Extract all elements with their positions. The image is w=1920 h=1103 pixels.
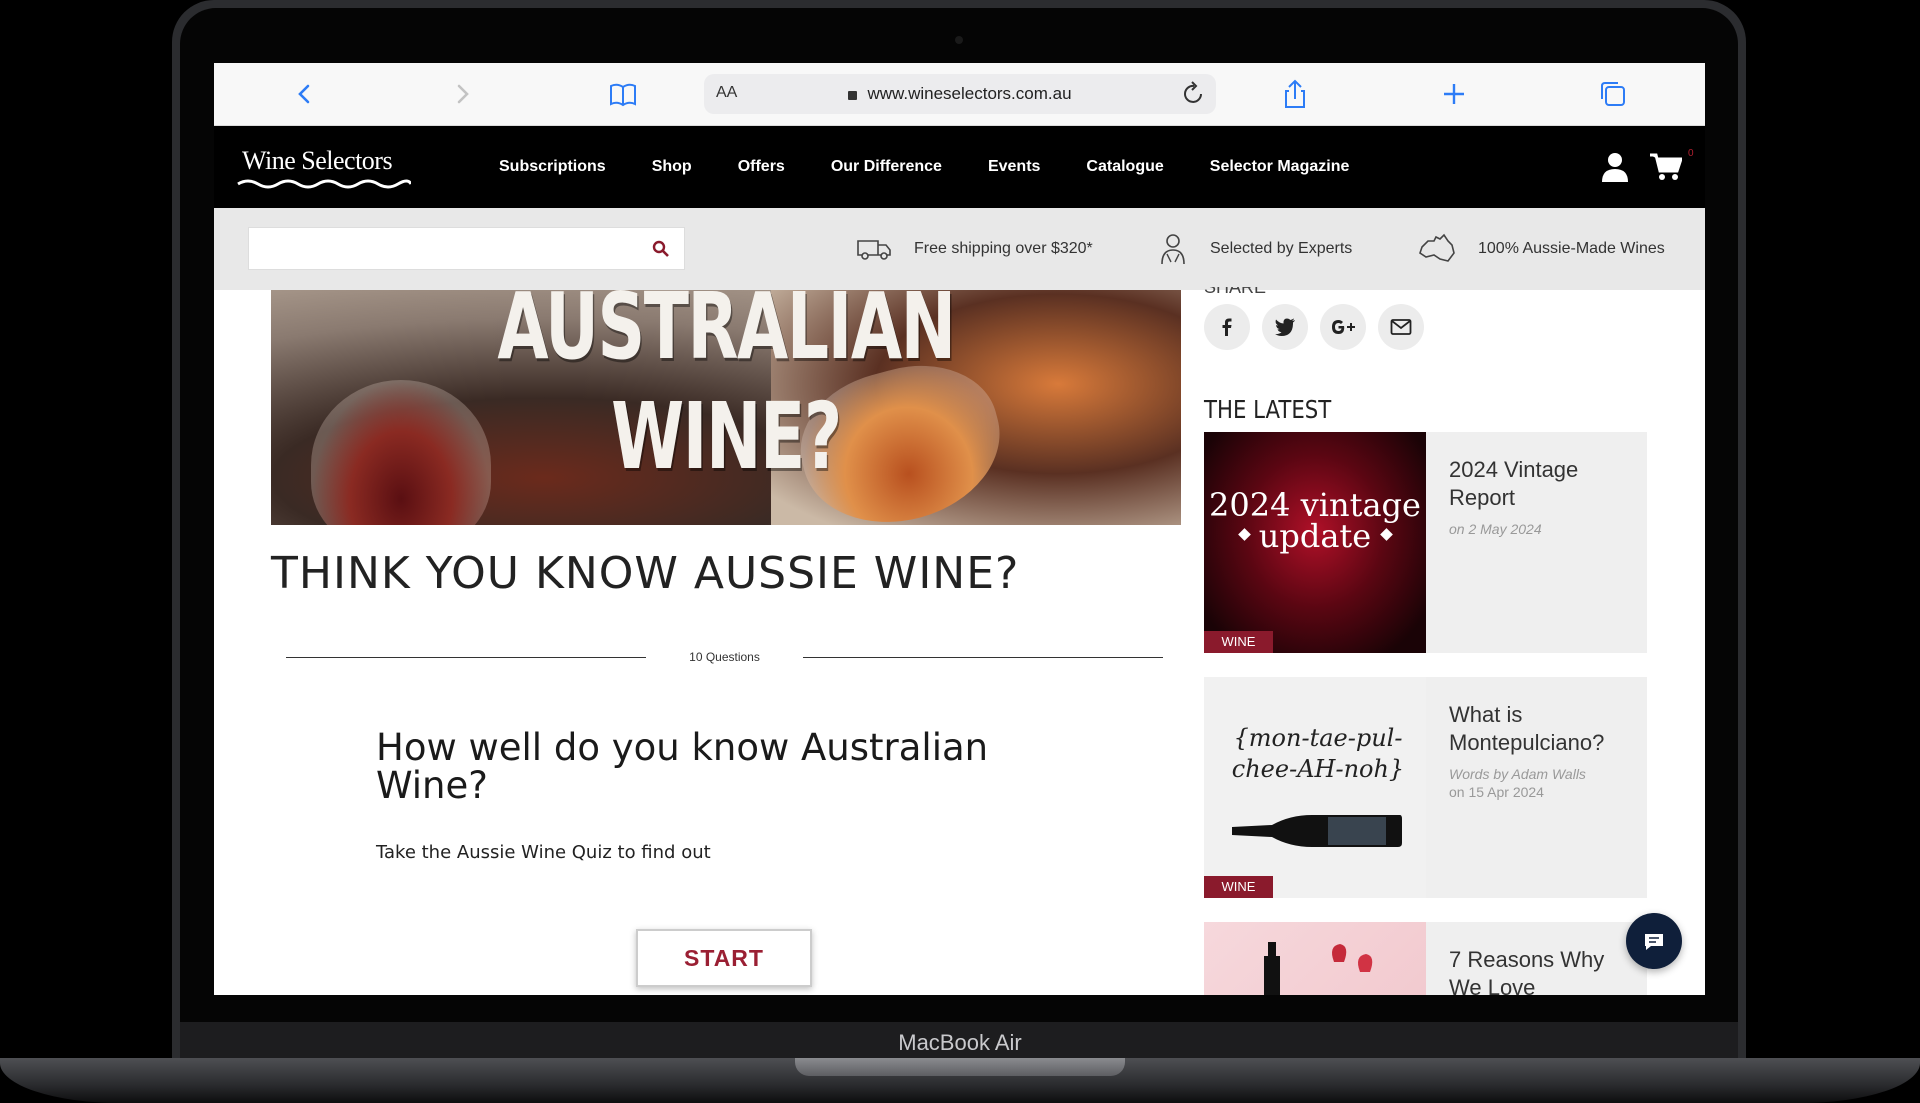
question-count: 10 Questions [689,650,760,664]
truck-icon [857,240,891,260]
article-card[interactable]: 7 Reasons Why We Love [1204,922,1647,995]
quiz-subtitle: Take the Aussie Wine Quiz to find out [376,842,711,863]
nav-offers[interactable]: Offers [738,158,785,176]
search-input[interactable] [248,227,685,270]
bookmarks-icon[interactable] [606,77,640,111]
cart-icon[interactable] [1650,153,1682,181]
promo-text: Selected by Experts [1210,240,1353,257]
start-button[interactable]: START [636,929,812,987]
article-meta: Words by Adam Walls on 15 Apr 2024 [1449,766,1586,800]
article-title[interactable]: 2024 Vintage Report [1449,456,1639,512]
reload-icon[interactable] [1182,79,1206,113]
divider [803,657,1163,658]
search-icon[interactable] [652,240,670,258]
tabs-icon[interactable] [1596,77,1630,111]
wine-bottle-image [1264,942,1373,995]
image-caption: {mon-tae-pul-chee-AH-noh} [1231,724,1405,783]
logo-wave-icon [237,179,411,189]
article-meta: on 2 May 2024 [1449,521,1542,537]
wine-bottle-image [1232,815,1402,847]
promo-text: Free shipping over $320* [914,240,1093,257]
category-badge[interactable]: WINE [1204,876,1273,898]
article-title[interactable]: What is Montepulciano? [1449,701,1639,757]
laptop-notch [795,1058,1125,1076]
promo-experts: Selected by Experts [1158,208,1352,290]
nav-subscriptions[interactable]: Subscriptions [499,158,606,176]
promo-text: 100% Aussie-Made Wines [1478,240,1665,257]
nav-our-difference[interactable]: Our Difference [831,158,942,176]
main-nav: Subscriptions Shop Offers Our Difference… [499,126,1395,208]
page-title: THINK YOU KNOW AUSSIE WINE? [271,548,1020,599]
site-logo[interactable]: Wine Selectors [242,146,393,176]
share-label: SHARE [1204,287,1266,295]
google-plus-icon[interactable] [1320,304,1366,350]
device-label: MacBook Air [898,1030,1022,1055]
lock-icon [848,91,858,100]
twitter-icon[interactable] [1262,304,1308,350]
cart-count-badge: 0 [1688,148,1694,159]
chat-button[interactable] [1626,913,1682,969]
address-bar[interactable]: AA www.wineselectors.com.au [704,74,1216,114]
nav-catalogue[interactable]: Catalogue [1086,158,1163,176]
share-icon[interactable] [1278,77,1312,111]
divider [286,657,646,658]
back-icon[interactable] [288,77,322,111]
category-badge[interactable]: WINE [1204,631,1273,653]
nav-shop[interactable]: Shop [652,158,692,176]
camera-icon [955,36,963,44]
browser-toolbar: AA www.wineselectors.com.au [214,63,1705,126]
forward-icon[interactable] [445,77,479,111]
sommelier-icon [1161,234,1185,265]
nav-events[interactable]: Events [988,158,1040,176]
promo-free-shipping: Free shipping over $320* [856,208,1093,290]
article-image: {mon-tae-pul-chee-AH-noh} WINE [1204,677,1426,898]
article-card[interactable]: {mon-tae-pul-chee-AH-noh} WINE What is M… [1204,677,1647,898]
email-icon[interactable] [1378,304,1424,350]
image-caption: 2024 vintage update [1209,486,1421,555]
account-icon[interactable] [1602,152,1628,182]
chat-icon [1645,934,1663,950]
hero-banner: AUSTRALIAN WINE? [271,290,1181,525]
nav-selector-magazine[interactable]: Selector Magazine [1210,158,1350,176]
article-image [1204,922,1426,995]
url-text: www.wineselectors.com.au [867,84,1072,103]
latest-heading: THE LATEST [1204,395,1332,424]
screen: AA www.wineselectors.com.au Wine Selecto… [214,63,1705,995]
hero-title: AUSTRALIAN WINE? [497,290,956,490]
australia-map-icon [1419,233,1455,262]
quiz-title: How well do you know Australian Wine? [376,726,989,807]
article-image: 2024 vintage update WINE [1204,432,1426,653]
article-title[interactable]: 7 Reasons Why We Love [1449,946,1639,995]
share-buttons [1204,304,1436,350]
site-header: Wine Selectors Subscriptions Shop Offers… [214,126,1705,208]
new-tab-icon[interactable] [1437,77,1471,111]
promo-bar: Free shipping over $320* Selected by Exp… [214,208,1705,290]
facebook-icon[interactable] [1204,304,1250,350]
promo-aussie-made: 100% Aussie-Made Wines [1418,208,1665,290]
article-card[interactable]: 2024 vintage update WINE 2024 Vintage Re… [1204,432,1647,653]
